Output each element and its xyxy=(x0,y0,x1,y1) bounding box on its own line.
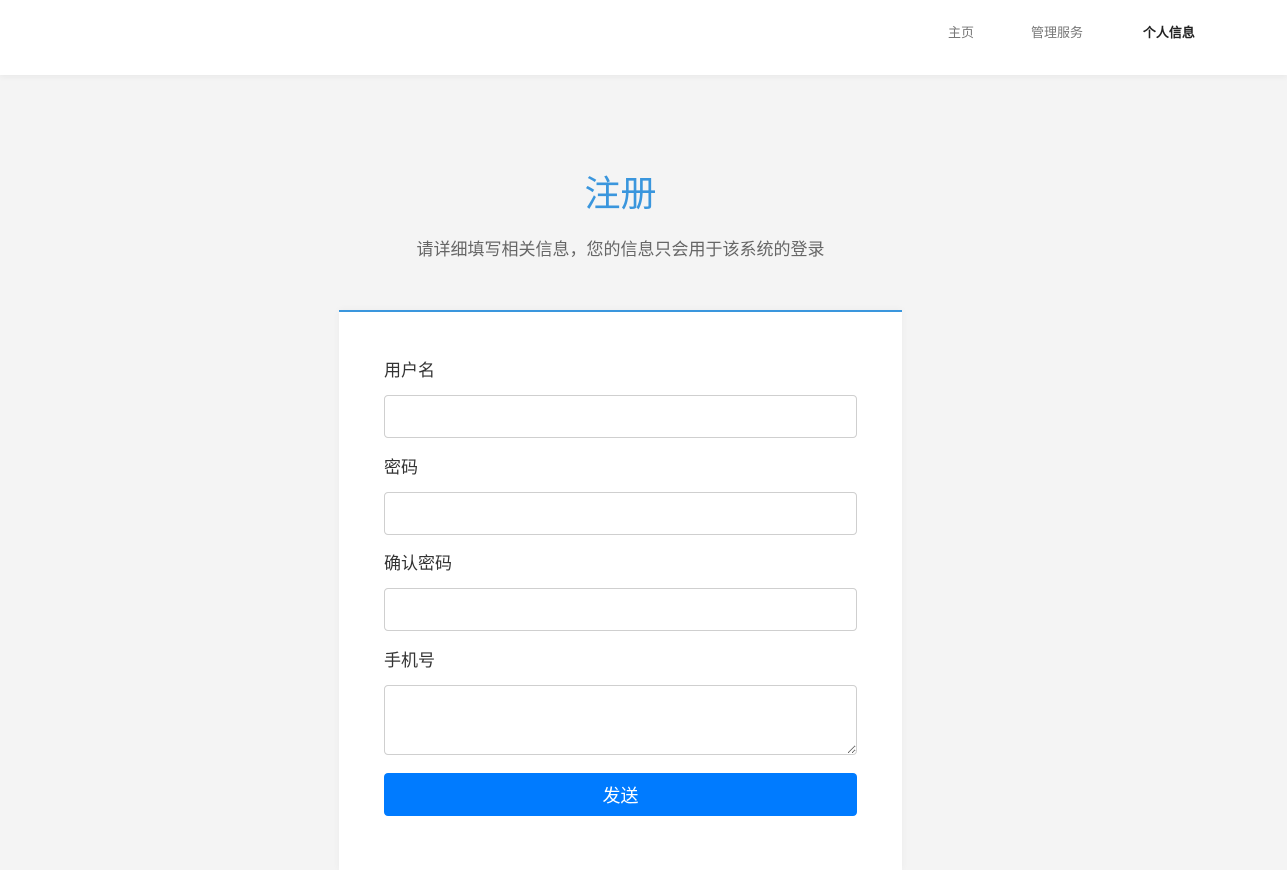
page-subtitle: 请详细填写相关信息，您的信息只会用于该系统的登录 xyxy=(416,240,825,260)
phone-textarea[interactable] xyxy=(384,685,857,755)
nav-link-profile[interactable]: 个人信息 xyxy=(1143,25,1195,43)
nav-link-home[interactable]: 主页 xyxy=(948,25,974,43)
submit-button[interactable]: 发送 xyxy=(384,773,857,816)
password-input[interactable] xyxy=(384,492,857,535)
page-title: 注册 xyxy=(584,174,657,215)
phone-label: 手机号 xyxy=(384,651,435,671)
username-input[interactable] xyxy=(384,395,857,438)
confirm-password-input[interactable] xyxy=(384,588,857,631)
password-label: 密码 xyxy=(384,458,418,478)
top-navbar: 主页 管理服务 个人信息 xyxy=(0,0,1287,75)
nav-link-manage-services[interactable]: 管理服务 xyxy=(1031,25,1083,43)
confirm-password-label: 确认密码 xyxy=(384,554,452,574)
username-label: 用户名 xyxy=(384,361,435,381)
register-form-card: 用户名 密码 确认密码 手机号 发送 xyxy=(339,310,902,870)
